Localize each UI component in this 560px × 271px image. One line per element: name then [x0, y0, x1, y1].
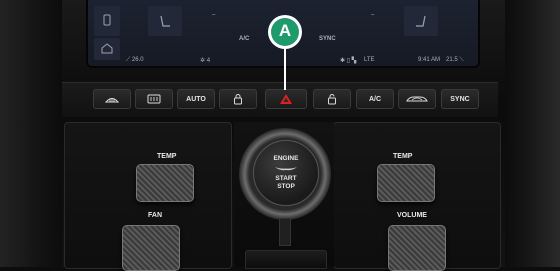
- lower-console-tray: [245, 250, 327, 269]
- seat-heat-right-tile[interactable]: [404, 6, 438, 36]
- lock-icon: [234, 94, 242, 105]
- right-temp-label: TEMP: [393, 153, 413, 160]
- volume-roller[interactable]: [388, 225, 446, 271]
- seat-mini-icon-right: ⟍: [457, 57, 464, 63]
- network-label: LTE: [364, 57, 375, 63]
- rear-defrost-icon: [147, 94, 161, 104]
- start-text-stop: STOP: [277, 183, 295, 190]
- clock: 9:41 AM: [418, 57, 441, 63]
- front-defrost-button[interactable]: [93, 89, 131, 109]
- fan-roller[interactable]: [122, 225, 180, 271]
- hazard-button[interactable]: [265, 89, 307, 109]
- seat-icon: [160, 15, 170, 27]
- ac-button[interactable]: A/C: [356, 89, 394, 109]
- volume-label: VOLUME: [397, 212, 427, 219]
- phone-tile[interactable]: [94, 6, 120, 36]
- right-temp-roller[interactable]: [377, 164, 435, 202]
- dash-right: –: [371, 12, 375, 18]
- temp-right-readout: 21.5 ⟍: [446, 57, 464, 63]
- rear-defrost-button[interactable]: [135, 89, 173, 109]
- unlock-button[interactable]: [313, 89, 351, 109]
- lock-button[interactable]: [219, 89, 257, 109]
- front-defrost-icon: [104, 98, 120, 103]
- hazard-icon: [280, 94, 292, 104]
- home-icon: [101, 43, 113, 54]
- status-icons: ✱ ▯ ▚: [340, 58, 357, 64]
- wings-logo-icon: [275, 167, 297, 171]
- phone-icon: [103, 14, 111, 26]
- engine-start-stop-button[interactable]: ENGINE START STOP: [253, 140, 319, 206]
- auto-button[interactable]: AUTO: [177, 89, 215, 109]
- start-text-start: START: [275, 175, 297, 182]
- left-temp-label: TEMP: [157, 153, 177, 160]
- seat-heat-left-tile[interactable]: [148, 6, 182, 36]
- dash-left: –: [212, 12, 216, 18]
- fan-readout: ✲ 4: [200, 58, 211, 64]
- center-divider: [279, 218, 291, 246]
- screen-ac-label[interactable]: A/C: [239, 36, 249, 42]
- fan-icon: ✲: [200, 58, 207, 64]
- unlock-icon: [328, 94, 336, 105]
- start-text-engine: ENGINE: [273, 155, 299, 162]
- left-trim: [0, 0, 62, 267]
- callout-letter: A: [278, 21, 292, 40]
- recirculation-button[interactable]: [398, 89, 436, 109]
- home-tile[interactable]: [94, 38, 120, 60]
- left-temp-roller[interactable]: [136, 164, 194, 202]
- fan-label: FAN: [148, 212, 162, 219]
- screen-sync-label[interactable]: SYNC: [319, 36, 336, 42]
- temp-left-readout: ⟋ 26.0: [126, 57, 144, 63]
- sync-button[interactable]: SYNC: [441, 89, 479, 109]
- right-trim: [505, 0, 560, 267]
- recirculation-icon: [406, 96, 428, 102]
- seat-icon-right: [416, 15, 426, 27]
